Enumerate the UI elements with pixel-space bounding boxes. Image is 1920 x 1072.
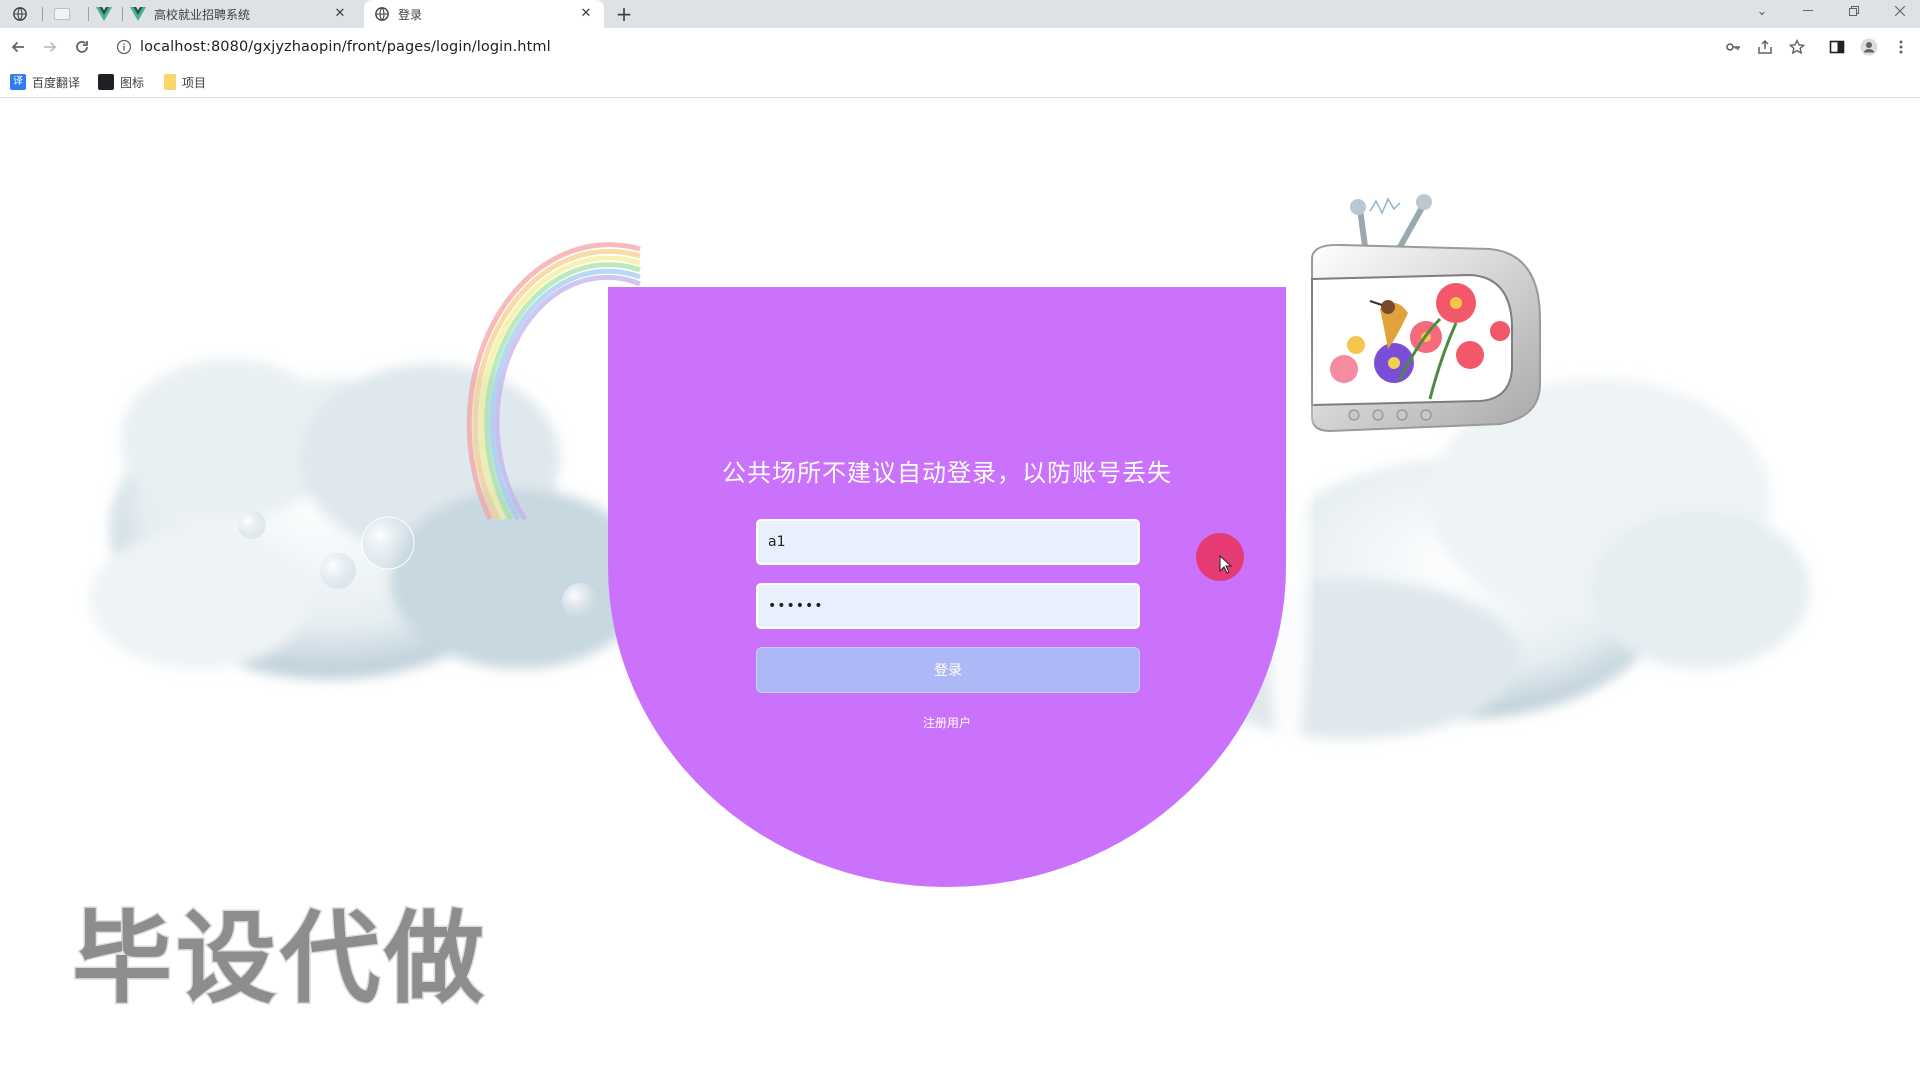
new-tab-button[interactable]: + [612, 2, 636, 26]
login-button[interactable]: 登录 [756, 647, 1140, 693]
tab-strip: 高校就业招聘系统 ✕ 登录 ✕ + ⌄ [0, 0, 1920, 28]
login-notice-title: 公共场所不建议自动登录，以防账号丢失 [722, 459, 1172, 487]
tab-title: 登录 [398, 7, 423, 22]
blank-page-icon [54, 6, 70, 22]
image-icon [98, 74, 114, 90]
close-tab-icon[interactable]: ✕ [578, 6, 594, 22]
username-input[interactable]: a1 [756, 519, 1140, 565]
tab-search-icon[interactable]: ⌄ [1744, 0, 1780, 22]
vue-logo-icon [96, 6, 112, 22]
close-window-icon[interactable] [1882, 0, 1918, 22]
url-text: localhost:8080/gxjyzhaopin/front/pages/l… [140, 39, 551, 55]
folder-icon [164, 74, 176, 90]
bookmark-baidu-translate[interactable]: 译 百度翻译 [10, 72, 80, 92]
mouse-cursor-icon [1219, 554, 1233, 574]
translate-icon: 译 [10, 74, 26, 90]
profile-avatar-icon[interactable] [1858, 36, 1880, 58]
site-info-icon[interactable] [116, 39, 132, 55]
browser-toolbar: localhost:8080/gxjyzhaopin/front/pages/l… [0, 28, 1920, 66]
password-input[interactable]: •••••• [756, 583, 1140, 629]
menu-kebab-icon[interactable] [1890, 36, 1912, 58]
share-icon[interactable] [1754, 36, 1776, 58]
close-tab-icon[interactable]: ✕ [332, 6, 348, 22]
watermark-text: 毕设代做 [71, 899, 488, 1019]
address-bar[interactable]: localhost:8080/gxjyzhaopin/front/pages/l… [108, 31, 1868, 63]
globe-icon [374, 6, 390, 22]
reload-button[interactable] [70, 35, 94, 59]
restore-icon[interactable] [1836, 0, 1872, 22]
bookmark-project-folder[interactable]: 项目 [164, 72, 206, 92]
tab-login[interactable]: 登录 ✕ [364, 0, 604, 28]
tab-pinned-1[interactable] [12, 0, 36, 28]
bookmarks-bar: 译 百度翻译 图标 项目 [0, 66, 1920, 98]
tv-illustration [1311, 194, 1541, 433]
login-page: 公共场所不建议自动登录，以防账号丢失 a1 •••••• 登录 注册用户 毕设代… [0, 99, 1920, 1072]
tab-title: 高校就业招聘系统 [154, 7, 251, 22]
cursor-highlight [1196, 533, 1244, 581]
back-button[interactable] [6, 35, 30, 59]
side-panel-icon[interactable] [1826, 36, 1848, 58]
tab-recruit-system[interactable]: 高校就业招聘系统 ✕ [130, 0, 358, 28]
bookmark-star-icon[interactable] [1786, 36, 1808, 58]
bookmark-icons[interactable]: 图标 [98, 72, 144, 92]
tab-pinned-2[interactable] [54, 0, 78, 28]
cloud-left [90, 359, 650, 679]
password-key-icon[interactable] [1722, 36, 1744, 58]
forward-button[interactable] [38, 35, 62, 59]
register-link[interactable]: 注册用户 [608, 714, 1286, 731]
vue-logo-icon [130, 6, 146, 22]
minimize-icon[interactable] [1790, 0, 1826, 22]
globe-icon [12, 6, 28, 22]
tab-pinned-vue[interactable] [96, 0, 120, 28]
